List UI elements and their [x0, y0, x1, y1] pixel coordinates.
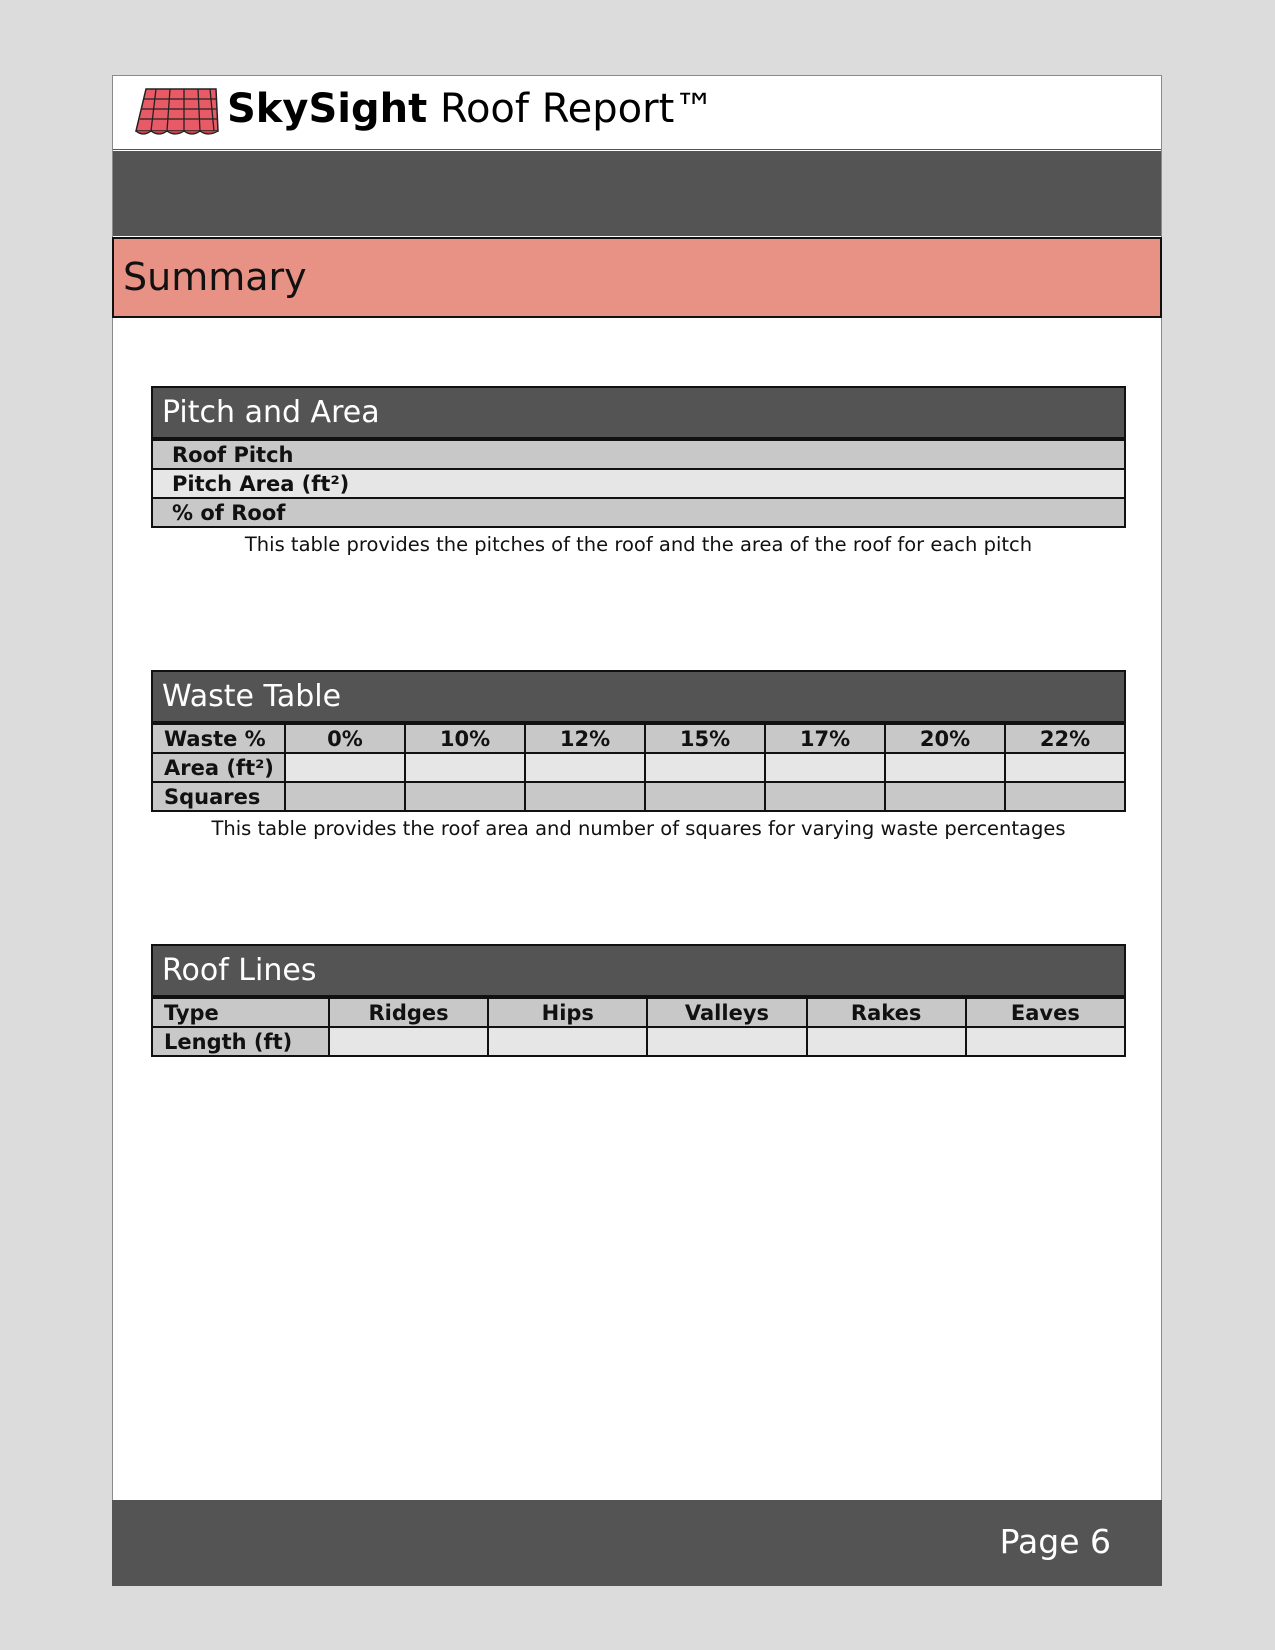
table-cell [764, 781, 886, 812]
table-header-row: Waste % 0% 10% 12% 15% 17% 20% 22% [151, 723, 1126, 754]
column-header: 22% [1004, 723, 1126, 754]
page-number: Page 6 [999, 1522, 1111, 1561]
table-row: % of Roof [151, 497, 1126, 528]
roof-tiles-icon [135, 88, 219, 135]
waste-table-title: Waste Table [151, 670, 1126, 723]
table-cell [404, 752, 526, 783]
roof-lines-title: Roof Lines [151, 944, 1126, 997]
pitch-area-section: Pitch and Area Roof Pitch Pitch Area (ft… [151, 386, 1126, 558]
row-label-roof-pitch: Roof Pitch [151, 439, 1126, 470]
report-brand-title: SkySight Roof Report™ [227, 84, 714, 134]
roof-lines-section: Roof Lines Type Ridges Hips Valleys Rake… [151, 944, 1127, 1057]
table-cell [284, 752, 406, 783]
column-header: 20% [884, 723, 1006, 754]
report-header: SkySight Roof Report™ [113, 76, 1161, 150]
row-label-type: Type [151, 997, 330, 1028]
table-cell [644, 752, 766, 783]
table-cell [884, 781, 1006, 812]
waste-table-caption: This table provides the roof area and nu… [211, 817, 1066, 840]
table-cell [884, 752, 1006, 783]
header-band [113, 151, 1161, 236]
column-header: 17% [764, 723, 886, 754]
table-row: Pitch Area (ft²) [151, 468, 1126, 499]
table-cell [1004, 781, 1126, 812]
pitch-area-table: Roof Pitch Pitch Area (ft²) % of Roof [151, 439, 1126, 528]
page-footer: Page 6 [112, 1500, 1162, 1586]
column-header: 12% [524, 723, 646, 754]
brand-name: SkySight [227, 86, 428, 132]
table-header-row: Type Ridges Hips Valleys Rakes Eaves [151, 997, 1127, 1028]
brand-product: Roof Report™ [427, 86, 715, 132]
section-title: Summary [123, 255, 307, 299]
row-label-length: Length (ft) [151, 1026, 330, 1057]
table-cell [524, 781, 646, 812]
table-cell [404, 781, 526, 812]
table-row: Squares [151, 781, 1126, 812]
column-header: Eaves [964, 997, 1127, 1028]
table-cell [327, 1026, 490, 1057]
row-label-squares: Squares [151, 781, 286, 812]
table-cell [646, 1026, 808, 1057]
row-label-percent-of-roof: % of Roof [151, 497, 1126, 528]
column-header: Ridges [327, 997, 490, 1028]
report-page: SkySight Roof Report™ Summary Pitch and … [112, 75, 1162, 1586]
table-cell [284, 781, 406, 812]
column-header: Rakes [805, 997, 967, 1028]
column-header: Hips [487, 997, 649, 1028]
waste-section: Waste Table Waste % 0% 10% 12% 15% 17% 2… [151, 670, 1126, 842]
table-cell [805, 1026, 967, 1057]
row-label-waste-percent: Waste % [151, 723, 286, 754]
row-label-area: Area (ft²) [151, 752, 286, 783]
table-row: Area (ft²) [151, 752, 1126, 783]
column-header: 15% [644, 723, 766, 754]
section-banner: Summary [112, 237, 1162, 318]
roof-lines-table: Type Ridges Hips Valleys Rakes Eaves Len… [151, 997, 1127, 1057]
table-cell [487, 1026, 649, 1057]
table-cell [644, 781, 766, 812]
table-row: Roof Pitch [151, 439, 1126, 470]
column-header: 0% [284, 723, 406, 754]
waste-table: Waste % 0% 10% 12% 15% 17% 20% 22% Area … [151, 723, 1126, 812]
table-row: Length (ft) [151, 1026, 1127, 1057]
pitch-area-title: Pitch and Area [151, 386, 1126, 439]
column-header: 10% [404, 723, 526, 754]
table-cell [764, 752, 886, 783]
column-header: Valleys [646, 997, 808, 1028]
table-cell [524, 752, 646, 783]
row-label-pitch-area: Pitch Area (ft²) [151, 468, 1126, 499]
pitch-area-caption: This table provides the pitches of the r… [244, 533, 1033, 556]
table-cell [964, 1026, 1127, 1057]
table-cell [1004, 752, 1126, 783]
